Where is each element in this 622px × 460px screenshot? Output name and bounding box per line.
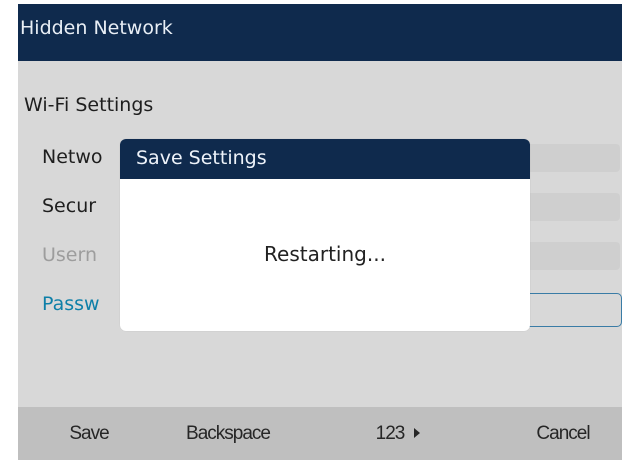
dialog-title: Save Settings [136, 147, 267, 169]
numeric-mode-label: 123 [375, 423, 406, 444]
username-label: Usern [42, 244, 98, 266]
title-bar: Hidden Network [18, 4, 622, 61]
cancel-softkey[interactable]: Cancel [518, 407, 608, 460]
triangle-right-icon [414, 427, 421, 438]
network-label: Netwo [42, 146, 103, 168]
section-heading: Wi-Fi Settings [24, 94, 154, 116]
save-settings-dialog: Save Settings Restarting... [120, 139, 530, 331]
password-field[interactable] [518, 293, 622, 327]
softkey-bar: Save Backspace 123 Cancel [18, 407, 622, 460]
phone-screen: Hidden Network Wi-Fi Settings Netwo Secu… [18, 4, 622, 460]
dialog-header: Save Settings [120, 139, 530, 179]
save-softkey[interactable]: Save [54, 407, 124, 460]
numeric-mode-softkey[interactable]: 123 [353, 407, 443, 460]
security-label: Secur [42, 195, 97, 217]
window-title: Hidden Network [20, 17, 173, 39]
screen: Hidden Network Wi-Fi Settings Netwo Secu… [0, 0, 622, 460]
dialog-message: Restarting... [264, 242, 386, 266]
password-label: Passw [42, 293, 100, 315]
backspace-softkey[interactable]: Backspace [168, 407, 288, 460]
